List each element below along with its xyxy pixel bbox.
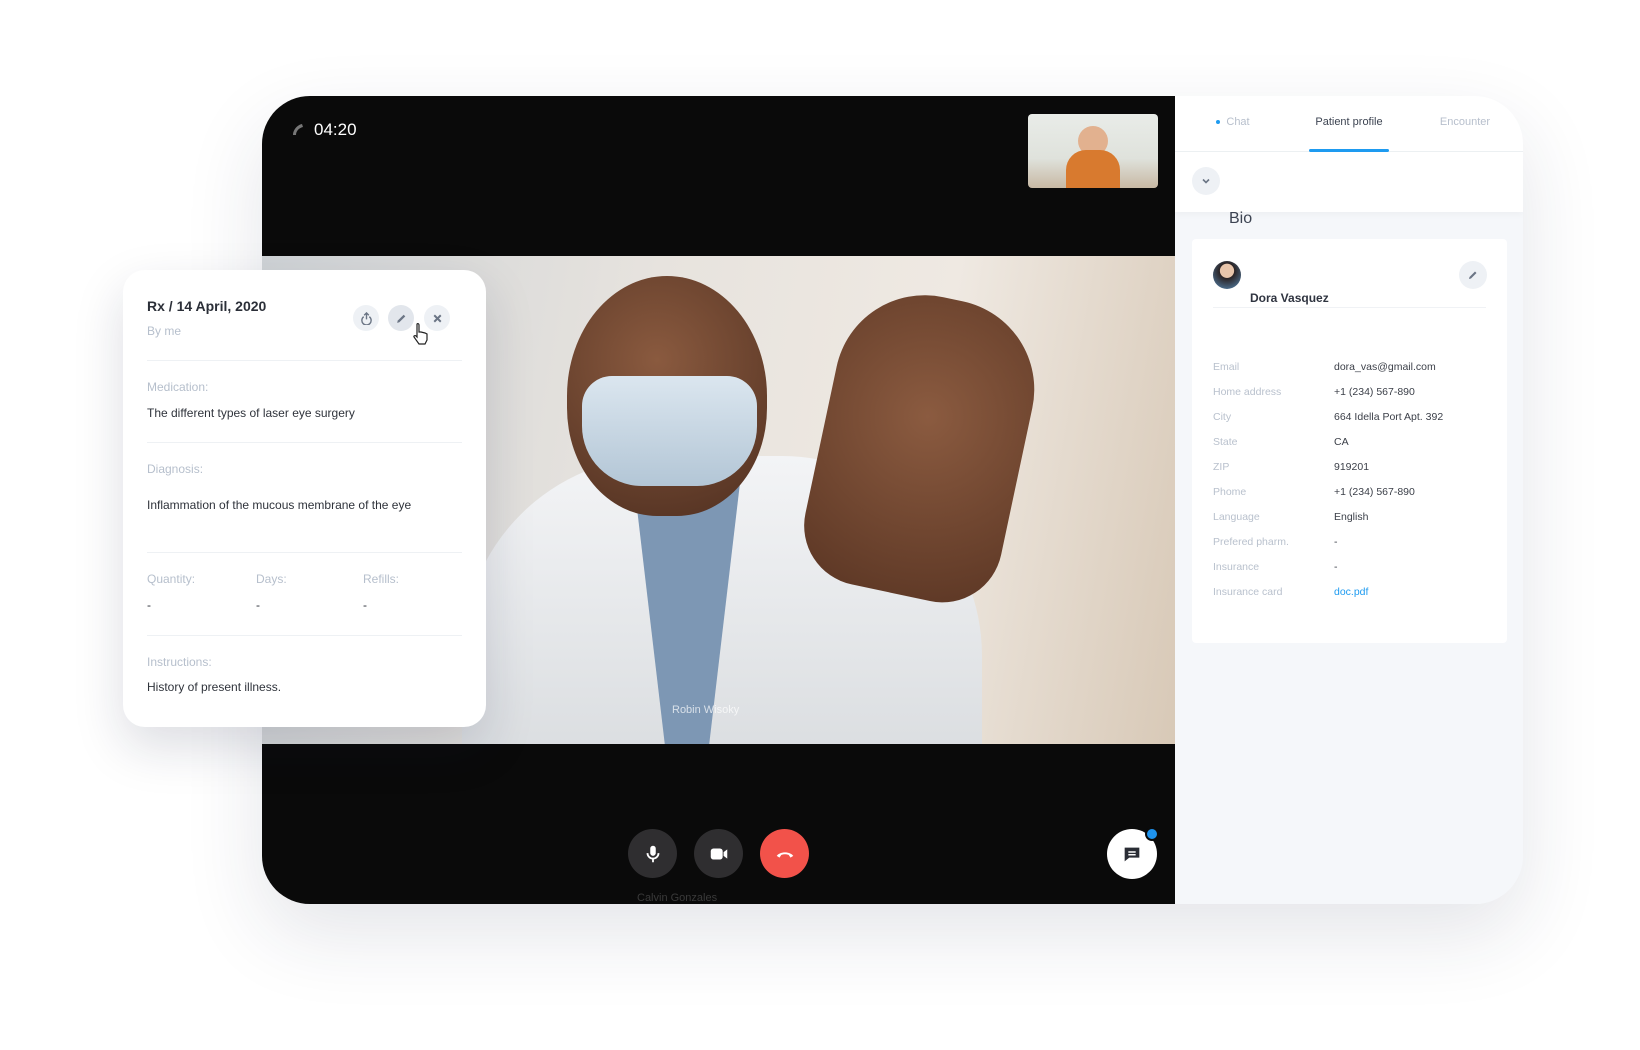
side-panel: Chat Patient profile Encounter Bio Dora … (1175, 96, 1523, 904)
self-view-thumbnail[interactable] (1028, 114, 1158, 188)
instructions-label: Instructions: (147, 655, 212, 669)
timer-text: 04:20 (314, 120, 357, 139)
hang-up-icon (776, 851, 793, 858)
medication-value: The different types of laser eye surgery (147, 406, 355, 420)
camera-button[interactable] (694, 829, 743, 878)
refills-label: Refills: (363, 572, 400, 586)
divider (147, 552, 462, 553)
tab-chat[interactable]: Chat (1175, 96, 1291, 151)
patient-fields: Email dora_vas@gmail.com Home address +1 (2… (1213, 354, 1493, 604)
hand-cursor-icon (413, 322, 428, 345)
edit-profile-button[interactable] (1459, 261, 1487, 289)
tab-label: Patient profile (1315, 116, 1383, 128)
share-icon (360, 311, 372, 325)
field-row: Home address +1 (234) 567-890 (1213, 379, 1493, 404)
days-value: - (256, 598, 260, 612)
field-label: Phome (1213, 485, 1247, 498)
instructions-value: History of present illness. (147, 680, 282, 694)
field-row: Insurance - (1213, 554, 1493, 579)
field-label: Email (1213, 360, 1240, 373)
insurance-card-link[interactable]: doc.pdf (1334, 586, 1368, 598)
microphone-icon (646, 845, 659, 862)
divider (147, 360, 462, 361)
prescription-card: Rx / 14 April, 2020 By me Medication: Th… (123, 270, 486, 727)
field-row: Language English (1213, 504, 1493, 529)
bio-heading: Bio (1229, 210, 1253, 227)
diagnosis-label: Diagnosis: (147, 462, 204, 476)
field-label: Insurance card (1213, 585, 1283, 598)
unread-badge (1145, 827, 1159, 841)
field-row: State CA (1213, 429, 1493, 454)
rx-author: By me (147, 324, 182, 338)
field-row: ZIP 919201 (1213, 454, 1493, 479)
field-value: - (1334, 535, 1338, 548)
close-icon (433, 314, 441, 322)
collapse-button[interactable] (1192, 167, 1220, 195)
field-label: State (1213, 435, 1238, 448)
call-controls (628, 829, 809, 878)
field-row: Email dora_vas@gmail.com (1213, 354, 1493, 379)
pencil-icon (1469, 271, 1477, 279)
open-chat-button[interactable] (1107, 827, 1159, 879)
field-value: - (1334, 560, 1338, 573)
field-row: Insurance card doc.pdf (1213, 579, 1493, 604)
field-value: dora_vas@gmail.com (1334, 360, 1436, 373)
video-camera-icon (710, 848, 727, 859)
field-row: Prefered pharm. - (1213, 529, 1493, 554)
chat-icon (1124, 847, 1140, 862)
divider (1213, 307, 1486, 308)
rx-title: Rx / 14 April, 2020 (147, 298, 267, 314)
field-row: Phome +1 (234) 567-890 (1213, 479, 1493, 504)
diagnosis-value: Inflammation of the mucous membrane of t… (147, 498, 412, 512)
tab-encounter[interactable]: Encounter (1407, 96, 1523, 151)
mute-button[interactable] (628, 829, 677, 878)
medication-label: Medication: (147, 380, 209, 394)
patient-bio-card: Dora Vasquez Email dora_vas@gmail.com Home… (1192, 239, 1507, 643)
remote-participant-name: Robin Wisoky (672, 704, 740, 716)
divider (147, 442, 462, 443)
quantity-label: Quantity: (147, 572, 196, 586)
field-value: CA (1334, 435, 1349, 448)
field-label: ZIP (1213, 460, 1230, 473)
tab-label: Chat (1226, 116, 1250, 128)
field-label: Prefered pharm. (1213, 535, 1289, 548)
field-label: Insurance (1213, 560, 1260, 573)
avatar (1213, 261, 1241, 289)
tab-label: Encounter (1439, 116, 1491, 128)
share-button[interactable] (353, 305, 379, 331)
quantity-value: - (147, 598, 151, 612)
refills-value: - (363, 598, 367, 612)
panel-toolbar (1175, 152, 1523, 212)
field-value: +1 (234) 567-890 (1334, 485, 1415, 498)
patient-name: Dora Vasquez (1250, 291, 1329, 305)
field-label: Home address (1213, 385, 1282, 398)
field-value: 664 Idella Port Apt. 392 (1334, 410, 1444, 423)
field-label: Language (1213, 510, 1260, 523)
tab-patient-profile[interactable]: Patient profile (1291, 96, 1407, 152)
field-value: English (1334, 510, 1369, 523)
unread-dot (1216, 120, 1221, 125)
local-participant-name: Calvin Gonzales (637, 892, 718, 904)
days-label: Days: (256, 572, 287, 586)
phone-icon (293, 124, 303, 135)
panel-tabs: Chat Patient profile Encounter (1175, 96, 1523, 152)
end-call-button[interactable] (760, 829, 809, 878)
field-value: +1 (234) 567-890 (1334, 385, 1415, 398)
field-value: 919201 (1334, 460, 1370, 473)
divider (147, 635, 462, 636)
field-label: City (1213, 410, 1232, 423)
field-row: City 664 Idella Port Apt. 392 (1213, 404, 1493, 429)
chevron-down-icon (1202, 178, 1210, 184)
call-timer: 04:20 (290, 120, 357, 140)
pencil-icon (396, 314, 405, 323)
